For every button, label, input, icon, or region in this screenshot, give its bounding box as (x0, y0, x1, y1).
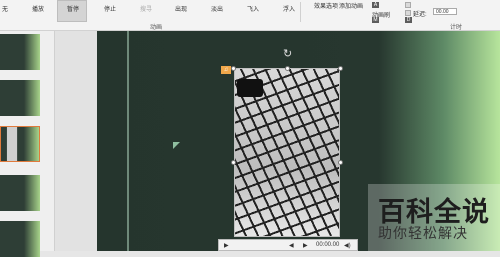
slide-decoration-triangle (173, 142, 180, 149)
add-animation-button[interactable]: 添加动画 (339, 1, 363, 10)
resize-handle[interactable] (231, 160, 236, 165)
ribbon: 无 播放 暂停 停止 搜寻 出现 淡出 飞入 浮入 效果选项 添加动画 A 动画… (0, 0, 500, 31)
seek-back-icon[interactable]: ◀ (289, 242, 294, 249)
anim-none-button[interactable]: 无 (2, 4, 8, 13)
play-icon[interactable]: ▶ (224, 242, 229, 249)
anim-stop-button[interactable]: 停止 (104, 4, 116, 13)
slide-thumbnail[interactable] (0, 175, 40, 211)
ribbon-divider (300, 2, 301, 22)
slide-thumbnail[interactable] (0, 34, 40, 70)
anim-play-button[interactable]: 播放 (32, 4, 44, 13)
delay-input[interactable]: 00.00 (433, 8, 457, 15)
resize-handle[interactable] (338, 160, 343, 165)
anim-fly-button[interactable]: 飞入 (247, 4, 259, 13)
delay-label: 延迟: (413, 12, 427, 18)
slide-thumbnail-selected[interactable] (0, 126, 40, 162)
seek-forward-icon[interactable]: ▶ (303, 242, 308, 249)
animation-tag-icon[interactable]: ♫ (221, 66, 231, 74)
resize-handle[interactable] (231, 66, 236, 71)
anim-pause-button[interactable]: 暂停 (67, 4, 79, 13)
animation-pane-icon[interactable]: A (372, 2, 379, 8)
video-object[interactable] (234, 68, 340, 237)
timing-group-label: 计时 (450, 25, 463, 31)
start-dropdown-icon[interactable] (405, 2, 411, 8)
media-time: 00:00.00 (316, 242, 340, 248)
rotate-handle-icon[interactable]: ↻ (283, 47, 292, 60)
effect-options-button[interactable]: 效果选项 (314, 1, 338, 10)
trigger-icon[interactable]: M (372, 17, 379, 23)
anim-float-button[interactable]: 浮入 (283, 4, 295, 13)
slide-thumbnail-pane (0, 31, 55, 257)
volume-icon[interactable]: ◀) (344, 242, 351, 249)
slide-thumbnail[interactable] (0, 221, 40, 257)
anim-fade-button[interactable]: 淡出 (211, 4, 223, 13)
animation-group-label: 动画 (150, 25, 163, 31)
resize-handle[interactable] (338, 66, 343, 71)
duration-icon[interactable] (405, 10, 411, 16)
anim-seek-button[interactable]: 搜寻 (140, 4, 152, 13)
resize-handle[interactable] (285, 66, 290, 71)
slide-decoration-line (127, 31, 129, 251)
watermark-subtitle: 助你轻松解决 (378, 226, 468, 242)
slide-thumbnail[interactable] (0, 80, 40, 116)
media-controls: ▶ ◀ ▶ 00:00.00 ◀) (218, 239, 358, 251)
anim-appear-button[interactable]: 出现 (175, 4, 187, 13)
video-frame-shadow (237, 79, 263, 97)
delay-icon: D (405, 17, 412, 23)
